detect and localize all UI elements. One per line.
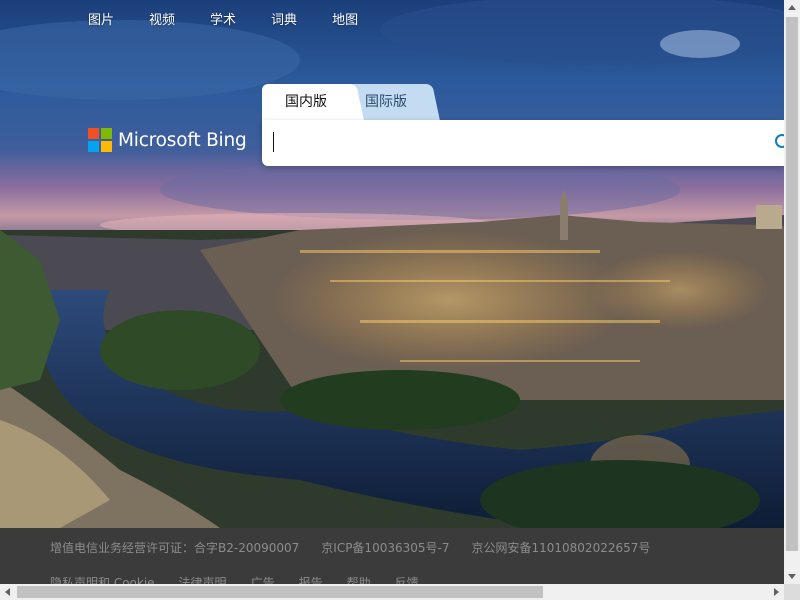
tab-international-label: 国际版 — [365, 94, 407, 110]
tab-domestic[interactable]: 国内版 — [262, 84, 350, 120]
horizontal-scroll-thumb[interactable] — [17, 586, 543, 598]
license-icp-number[interactable]: 京ICP备10036305号-7 — [321, 539, 449, 556]
footer: 增值电信业务经营许可证：合字B2-20090007 京ICP备10036305号… — [0, 528, 784, 584]
search-input[interactable] — [272, 128, 756, 160]
license-public-security[interactable]: 京公网安备11010802022657号 — [471, 539, 650, 556]
top-nav: 图片 视频 学术 词典 地图 — [88, 12, 393, 30]
text-caret — [273, 132, 274, 152]
vertical-scrollbar[interactable] — [784, 0, 800, 584]
microsoft-logo-icon — [88, 128, 112, 152]
logo-text: Microsoft Bing — [118, 129, 247, 151]
footer-link-legal[interactable]: 法律声明 — [179, 574, 227, 584]
footer-licenses: 增值电信业务经营许可证：合字B2-20090007 京ICP备10036305号… — [50, 539, 672, 556]
scroll-down-arrow-icon[interactable] — [784, 568, 800, 584]
bing-logo[interactable]: Microsoft Bing — [88, 128, 247, 152]
scroll-right-arrow-icon[interactable] — [768, 584, 784, 600]
footer-link-privacy[interactable]: 隐私声明和 Cookie — [50, 574, 155, 584]
footer-link-report[interactable]: 报告 — [299, 574, 323, 584]
vertical-scroll-thumb[interactable] — [786, 17, 798, 551]
nav-link-maps[interactable]: 地图 — [332, 12, 358, 30]
footer-links: 隐私声明和 Cookie 法律声明 广告 报告 帮助 反馈 — [50, 574, 443, 584]
nav-link-images[interactable]: 图片 — [88, 12, 114, 30]
nav-link-videos[interactable]: 视频 — [149, 12, 175, 30]
search-box — [262, 120, 793, 166]
scroll-left-arrow-icon[interactable] — [0, 584, 16, 600]
background-image — [0, 0, 784, 528]
tab-domestic-label: 国内版 — [285, 94, 327, 110]
footer-link-feedback[interactable]: 反馈 — [395, 574, 419, 584]
nav-link-academic[interactable]: 学术 — [210, 12, 236, 30]
horizontal-scrollbar[interactable] — [0, 584, 784, 600]
scroll-up-arrow-icon[interactable] — [784, 0, 800, 16]
footer-link-ads[interactable]: 广告 — [251, 574, 275, 584]
scrollbar-corner — [784, 584, 800, 600]
license-icp-text: 增值电信业务经营许可证：合字B2-20090007 — [50, 541, 300, 555]
nav-link-dictionary[interactable]: 词典 — [271, 12, 297, 30]
footer-link-help[interactable]: 帮助 — [347, 574, 371, 584]
